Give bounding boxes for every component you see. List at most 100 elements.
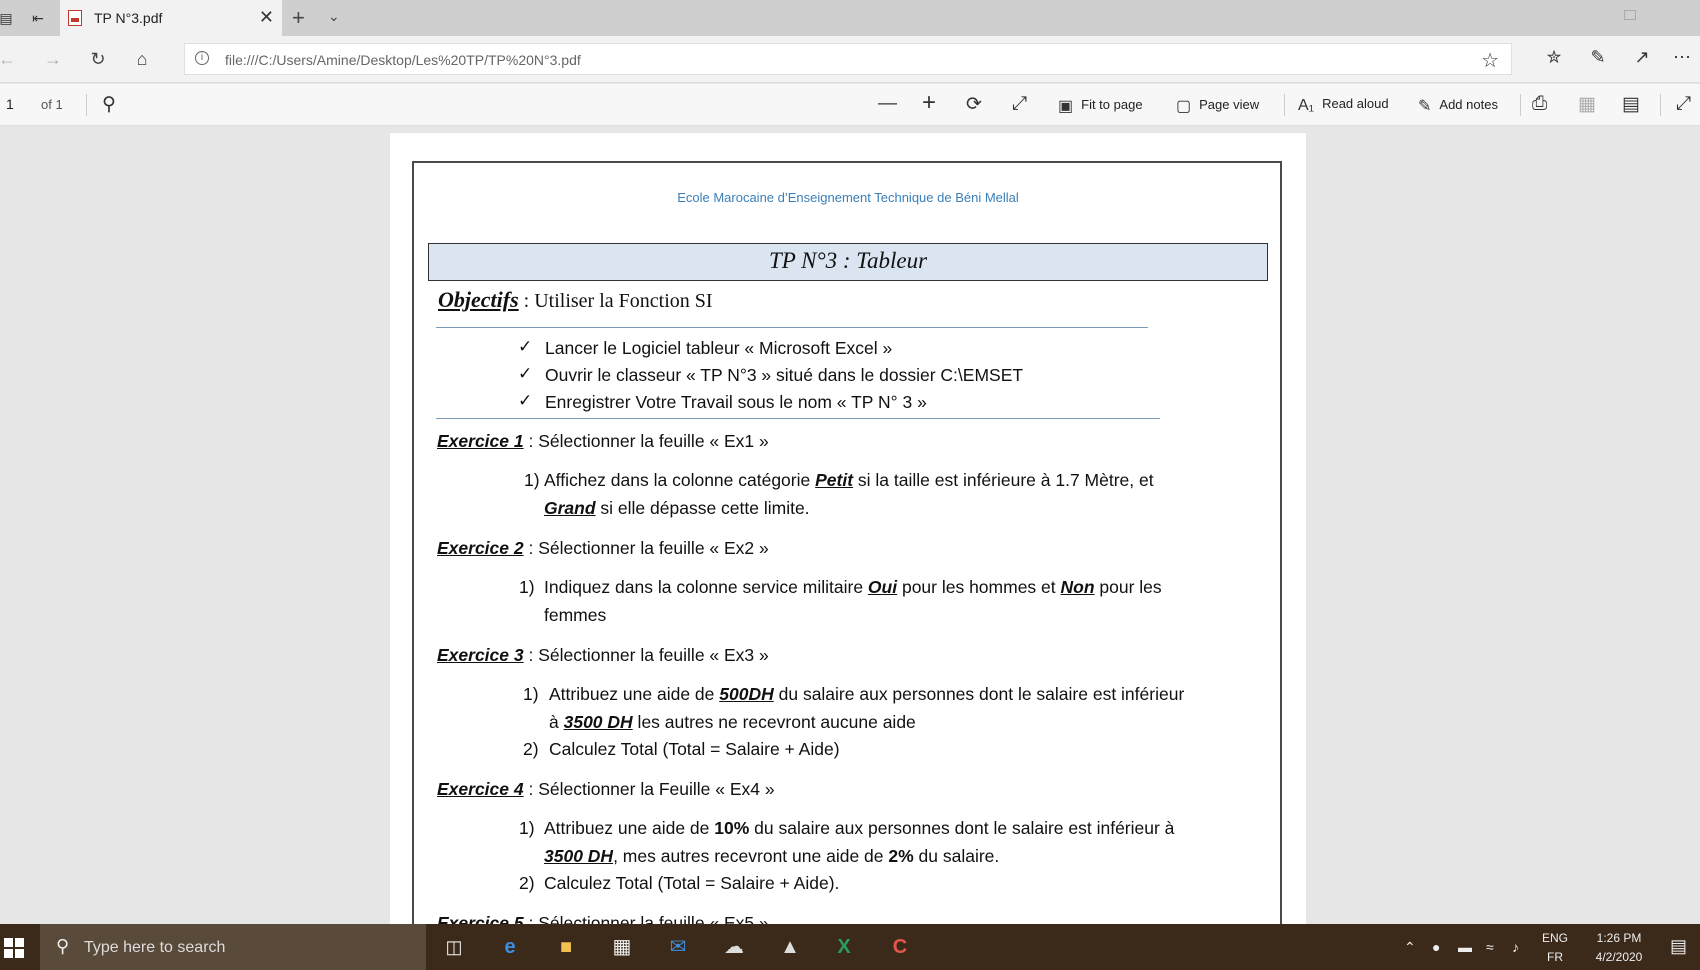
save-as-icon[interactable]: ▤ — [1622, 93, 1640, 116]
app-icon[interactable]: C — [886, 934, 914, 960]
pdf-icon — [68, 10, 82, 26]
set-aside-tabs-icon[interactable]: ⇤ — [28, 8, 48, 28]
language-fr[interactable]: FR — [1540, 950, 1570, 964]
tab-actions-icon[interactable]: ▤ — [0, 8, 16, 28]
search-icon[interactable]: ⚲ — [102, 93, 116, 116]
chevron-down-icon[interactable]: ⌄ — [328, 8, 340, 25]
forward-icon[interactable]: → — [42, 48, 64, 70]
text: pour les hommes et — [897, 577, 1061, 597]
pdf-page: Ecole Marocaine d’Enseignement Technique… — [390, 133, 1306, 924]
edge-icon[interactable]: e — [496, 934, 524, 960]
volume-icon[interactable]: ♪ — [1512, 939, 1519, 955]
fit-to-page-button[interactable]: ▣ Fit to page — [1058, 96, 1143, 116]
clock-time[interactable]: 1:26 PM — [1584, 931, 1654, 945]
url-text[interactable]: file:///C:/Users/Amine/Desktop/Les%20TP/… — [225, 52, 581, 68]
exercise-4-heading: Exercice 4 : Sélectionner la Feuille « E… — [437, 779, 775, 800]
page-total: of 1 — [41, 97, 63, 112]
exercise-heading-text: : Sélectionner la feuille « Ex2 » — [523, 538, 769, 558]
mail-icon[interactable]: ✉ — [664, 934, 692, 960]
item-line: Attribuez une aide de 10% du salaire aux… — [544, 818, 1174, 839]
item-line: Grand si elle dépasse cette limite. — [544, 498, 810, 519]
battery-icon[interactable]: ▬ — [1458, 939, 1472, 955]
app-icon[interactable]: ☁ — [720, 934, 748, 960]
search-icon: ⚲ — [56, 936, 70, 956]
document-viewport[interactable]: Ecole Marocaine d’Enseignement Technique… — [0, 127, 1700, 924]
app-icon[interactable]: ▲ — [776, 934, 804, 960]
fullscreen-icon[interactable]: ⤢ — [1012, 93, 1027, 115]
item-line: Attribuez une aide de 500DH du salaire a… — [549, 684, 1184, 705]
add-notes-label: Add notes — [1439, 97, 1498, 112]
taskbar-search-box[interactable]: ⚲ Type here to search — [40, 924, 426, 970]
keyword: Grand — [544, 498, 596, 518]
exercise-heading-text: : Sélectionner la Feuille « Ex4 » — [523, 779, 775, 799]
document-title: TP N°3 : Tableur — [768, 248, 928, 273]
text: du salaire aux personnes dont le salaire… — [749, 818, 1175, 838]
text: Attribuez une aide de — [544, 818, 715, 838]
language-eng[interactable]: ENG — [1540, 931, 1570, 945]
tab-pdf[interactable]: TP N°3.pdf ✕ — [60, 0, 282, 36]
microphone-icon[interactable]: ● — [1432, 939, 1440, 955]
add-notes-button[interactable]: ✎ Add notes — [1418, 96, 1498, 116]
info-icon[interactable]: i — [195, 51, 209, 65]
show-hidden-icons-icon[interactable]: ⌃ — [1404, 939, 1416, 956]
page-view-button[interactable]: ▢ Page view — [1176, 96, 1259, 116]
save-icon[interactable]: ▦ — [1578, 93, 1596, 116]
home-icon[interactable]: ⌂ — [131, 48, 153, 70]
address-bar[interactable]: i file:///C:/Users/Amine/Desktop/Les%20T… — [184, 43, 1512, 75]
zoom-in-icon[interactable]: + — [922, 89, 936, 117]
exercise-label: Exercice 2 — [437, 538, 524, 558]
exercise-label: Exercice 1 — [437, 431, 524, 451]
windows-start-icon[interactable] — [4, 938, 24, 958]
exercise-2-heading: Exercice 2 : Sélectionner la feuille « E… — [437, 538, 769, 559]
checkmark-icon: ✓ — [518, 364, 533, 384]
keyword: 500DH — [719, 684, 774, 704]
rotate-icon[interactable]: ⟳ — [966, 93, 982, 116]
item-line: Calculez Total (Total = Salaire + Aide). — [544, 873, 840, 893]
wifi-icon[interactable]: ≈ — [1486, 939, 1494, 955]
objectives: Objectifs : Utiliser la Fonction SI — [438, 287, 713, 313]
task-view-icon[interactable]: ◫ — [440, 934, 468, 960]
address-bar-row: ← → ↻ ⌂ i file:///C:/Users/Amine/Desktop… — [0, 36, 1700, 83]
text: du salaire. — [913, 846, 1000, 866]
share-icon[interactable]: ↗ — [1630, 47, 1654, 68]
exercise-label: Exercice 4 — [437, 779, 524, 799]
pin-toolbar-icon[interactable]: ⤢ — [1676, 93, 1691, 115]
print-icon[interactable]: ⎙ — [1532, 93, 1547, 115]
refresh-icon[interactable]: ↻ — [87, 48, 109, 70]
more-icon[interactable]: ⋯ — [1670, 47, 1694, 68]
item-number: 2) — [519, 873, 535, 893]
checklist-item: Enregistrer Votre Travail sous le nom « … — [545, 392, 927, 412]
exercise-heading-text: : Sélectionner la feuille « Ex1 » — [523, 431, 769, 451]
read-aloud-button[interactable]: A₁ Read aloud — [1298, 96, 1389, 115]
item-number: 1) — [519, 577, 535, 597]
divider — [1660, 94, 1661, 116]
page-number-input[interactable]: 1 — [6, 96, 14, 112]
file-explorer-icon[interactable]: ■ — [552, 934, 580, 960]
text: si elle dépasse cette limite. — [595, 498, 810, 518]
new-tab-icon[interactable]: + — [292, 5, 305, 31]
divider — [436, 418, 1160, 419]
close-tab-icon[interactable]: ✕ — [259, 7, 274, 28]
item-line: Indiquez dans la colonne service militai… — [544, 577, 1162, 598]
exercise-label: Exercice 3 — [437, 645, 524, 665]
item-line: 3500 DH, mes autres recevront une aide d… — [544, 846, 999, 867]
notes-pen-icon[interactable]: ✎ — [1586, 47, 1610, 68]
checklist-item: Ouvrir le classeur « TP N°3 » situé dans… — [545, 365, 1024, 385]
fit-to-page-icon: ▣ — [1058, 98, 1074, 115]
school-name: Ecole Marocaine d’Enseignement Technique… — [677, 190, 1019, 205]
zoom-out-icon[interactable]: — — [878, 93, 897, 115]
clock-date[interactable]: 4/2/2020 — [1584, 950, 1654, 964]
store-icon[interactable]: ▦ — [608, 934, 636, 960]
excel-icon[interactable]: X — [830, 934, 858, 960]
exercise-label: Exercice 5 — [437, 913, 524, 924]
favorites-icon[interactable]: ✮ — [1542, 47, 1566, 68]
objectives-label: Objectifs — [438, 287, 519, 312]
divider — [1284, 94, 1285, 116]
divider — [86, 94, 87, 116]
exercise-heading-text: : Sélectionner la feuille « Ex5 » — [523, 913, 769, 924]
objectives-text: : Utiliser la Fonction SI — [518, 290, 713, 312]
notifications-icon[interactable]: ▤ — [1670, 936, 1687, 957]
back-icon[interactable]: ← — [0, 48, 18, 70]
restore-window-icon[interactable] — [1624, 10, 1636, 20]
favorite-star-icon[interactable]: ☆ — [1481, 48, 1499, 73]
